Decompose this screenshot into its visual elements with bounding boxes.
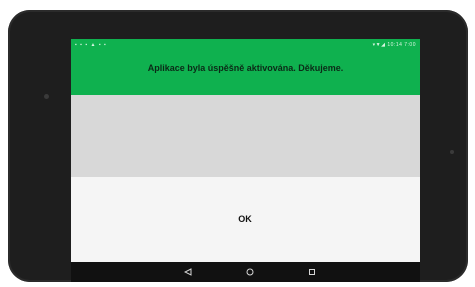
action-panel: OK xyxy=(71,177,420,262)
recent-apps-icon[interactable] xyxy=(305,265,319,279)
sensor-icon xyxy=(450,150,454,154)
ok-button[interactable]: OK xyxy=(205,203,285,235)
status-indicators: ▾▼◢ 10:14 7:00 xyxy=(372,42,416,48)
home-icon[interactable] xyxy=(243,265,257,279)
status-bar: ▪ ▪ ▪ ▲ ▪ ▪ ▾▼◢ 10:14 7:00 xyxy=(71,39,420,51)
tablet-device: ▪ ▪ ▪ ▲ ▪ ▪ ▾▼◢ 10:14 7:00 Aplikace byla… xyxy=(8,10,468,282)
notification-icons: ▪ ▪ ▪ ▲ ▪ ▪ xyxy=(75,42,107,48)
content-area xyxy=(71,95,420,177)
success-header: ▪ ▪ ▪ ▲ ▪ ▪ ▾▼◢ 10:14 7:00 Aplikace byla… xyxy=(71,39,420,95)
navigation-bar xyxy=(71,262,420,282)
camera-icon xyxy=(44,94,49,99)
back-icon[interactable] xyxy=(181,265,195,279)
screen: ▪ ▪ ▪ ▲ ▪ ▪ ▾▼◢ 10:14 7:00 Aplikace byla… xyxy=(71,39,420,282)
activation-message: Aplikace byla úspěšně aktivována. Děkuje… xyxy=(147,63,344,73)
